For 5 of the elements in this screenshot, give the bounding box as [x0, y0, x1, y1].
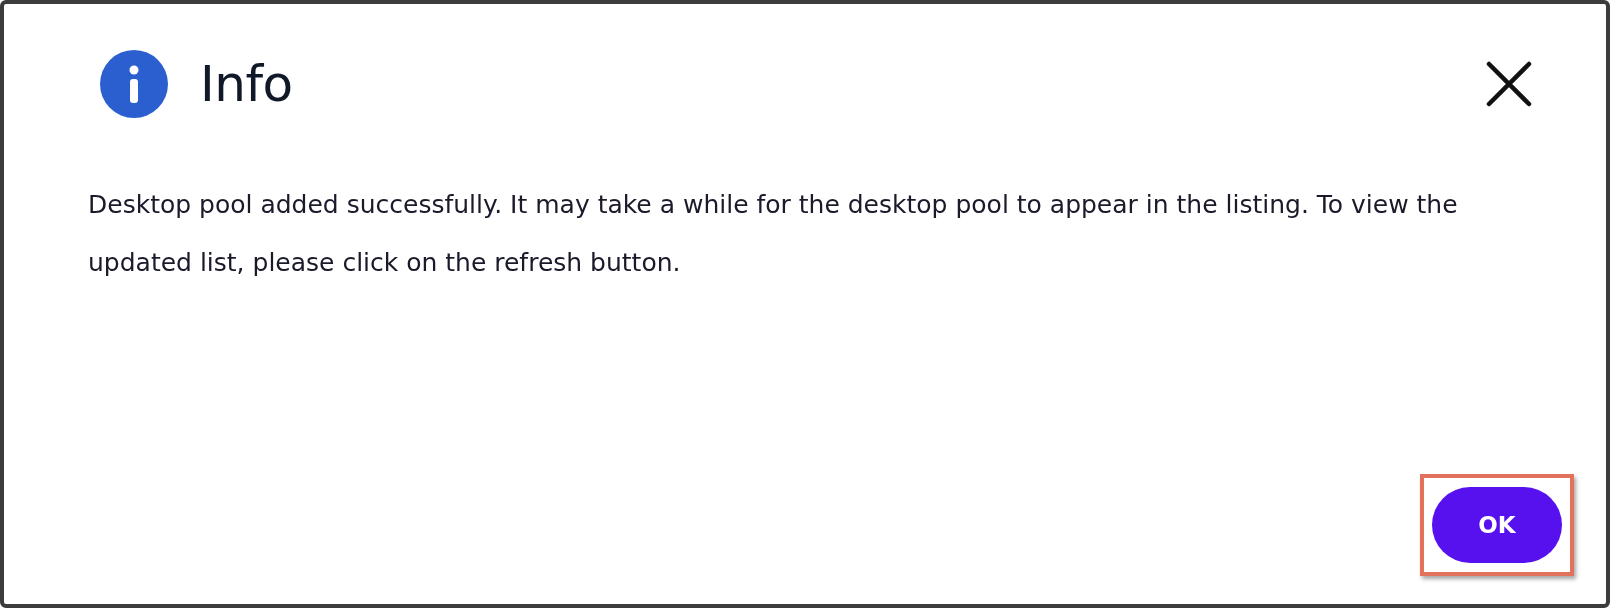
dialog-title: Info — [200, 55, 294, 113]
info-icon — [100, 50, 168, 118]
dialog-message: Desktop pool added successfully. It may take a while for the desktop pool to appear in the listing. To view the updated list, please click on the refresh button. — [88, 189, 1459, 279]
ok-button[interactable]: OK — [1432, 487, 1562, 563]
close-icon — [1486, 61, 1532, 107]
